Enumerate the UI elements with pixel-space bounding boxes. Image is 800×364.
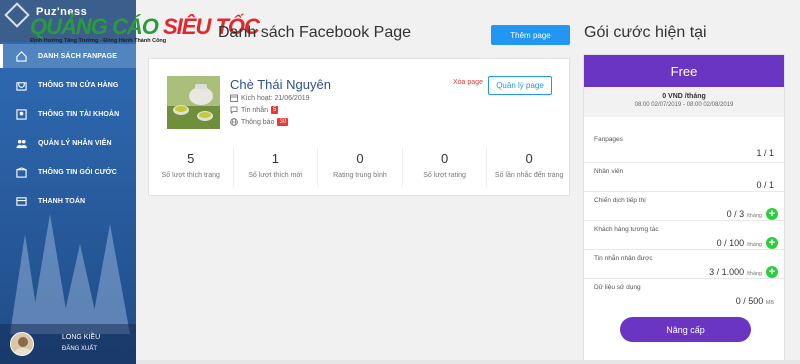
sidebar-item-fanpage-list[interactable]: Danh sách fanpage <box>0 45 136 67</box>
plan-row-customers: Khách hàng tương tác 0 / 100 /tháng + <box>584 221 784 250</box>
user-name: LONG KIỀU <box>62 334 101 341</box>
home-icon <box>14 49 28 63</box>
messages-badge: 5 <box>270 106 279 114</box>
fanpage-card: Chè Thái Nguyên Kích hoạt: 21/06/2019 Ti… <box>148 58 570 196</box>
delete-page-link[interactable]: Xóa page <box>453 79 483 86</box>
plan-price: 0 VND /tháng 08:00 02/07/2019 - 08:00 02… <box>584 87 784 117</box>
manage-page-button[interactable]: Quản lý page <box>488 76 552 95</box>
plan-name: Free <box>584 55 784 87</box>
current-plan-panel: Free 0 VND /tháng 08:00 02/07/2019 - 08:… <box>583 54 785 364</box>
sidebar-item-staff[interactable]: Quản lý nhân viên <box>0 132 136 154</box>
plan-row-campaigns: Chiến dịch tiếp thị 0 / 3 /tháng + <box>584 192 784 221</box>
add-campaigns-icon[interactable]: + <box>766 208 778 220</box>
sidebar-item-label: Thông tin tài khoản <box>38 110 120 118</box>
activation-date: Kích hoạt: 21/06/2019 <box>230 94 310 102</box>
globe-icon <box>230 118 238 126</box>
sidebar-item-account-info[interactable]: Thông tin tài khoản <box>0 103 136 125</box>
chat-icon <box>230 106 238 114</box>
sidebar-item-label: Thanh toán <box>38 197 86 205</box>
plan-row-messages: Tin nhắn nhận được 3 / 1.000 /tháng + <box>584 250 784 279</box>
sidebar-item-label: Quản lý nhân viên <box>38 139 112 147</box>
sidebar-item-package-info[interactable]: Thông tin gói cước <box>0 161 136 183</box>
stat-rating-count: 0 Số lượt rating <box>403 147 488 187</box>
page-name-link[interactable]: Chè Thái Nguyên <box>230 77 331 92</box>
page-thumbnail[interactable] <box>167 76 220 129</box>
stat-new-likes: 1 Số lượt thích mới <box>234 147 319 187</box>
sidebar-item-store-info[interactable]: Thông tin cửa hàng <box>0 74 136 96</box>
messages-info[interactable]: Tin nhắn 5 <box>230 106 279 114</box>
payment-icon <box>14 194 28 208</box>
avatar[interactable] <box>10 332 34 356</box>
plan-period: 08:00 02/07/2019 - 08:00 02/08/2019 <box>634 102 734 108</box>
plan-row-staff: Nhân viên 0 / 1 <box>584 163 784 192</box>
calendar-icon <box>230 94 238 102</box>
notifications-badge: 30 <box>277 118 289 126</box>
logout-link[interactable]: ĐĂNG XUẤT <box>62 346 97 352</box>
sidebar-item-label: Thông tin cửa hàng <box>38 81 119 89</box>
page-stats: 5 Số lượt thích trang 1 Số lượt thích mớ… <box>149 147 571 187</box>
sidebar-item-label: Danh sách fanpage <box>38 52 117 60</box>
logo[interactable]: Puz'ness <box>0 0 136 42</box>
logo-text: Puz'ness <box>36 6 88 18</box>
forest-background <box>10 214 130 334</box>
users-icon <box>14 136 28 150</box>
plan-row-storage: Dữ liệu sử dụng 0 / 500 MB <box>594 284 774 306</box>
account-icon <box>14 107 28 121</box>
add-customers-icon[interactable]: + <box>766 237 778 249</box>
user-panel: LONG KIỀU ĐĂNG XUẤT <box>0 324 136 364</box>
store-icon <box>14 78 28 92</box>
page-title: Danh sách Facebook Page <box>218 24 412 41</box>
sidebar-item-label: Thông tin gói cước <box>38 168 117 176</box>
stat-mentions: 0 Số lần nhắc đến trang <box>494 151 564 179</box>
sidebar-item-payment[interactable]: Thanh toán <box>0 190 136 212</box>
footer-divider <box>136 360 800 364</box>
upgrade-button[interactable]: Nâng cấp <box>620 317 751 342</box>
stat-likes: 5 Số lượt thích trang <box>149 147 234 187</box>
logo-icon <box>4 2 30 28</box>
notifications-info[interactable]: Thông báo 30 <box>230 118 289 126</box>
add-messages-icon[interactable]: + <box>766 266 778 278</box>
stat-avg-rating: 0 Rating trung bình <box>318 147 403 187</box>
plan-title: Gói cước hiện tại <box>584 24 707 41</box>
sidebar: Puz'ness Danh sách fanpage Thông tin cửa… <box>0 0 136 364</box>
package-icon <box>14 165 28 179</box>
add-page-button[interactable]: Thêm page <box>491 25 570 45</box>
plan-row-fanpages: Fanpages 1 / 1 <box>584 131 784 163</box>
